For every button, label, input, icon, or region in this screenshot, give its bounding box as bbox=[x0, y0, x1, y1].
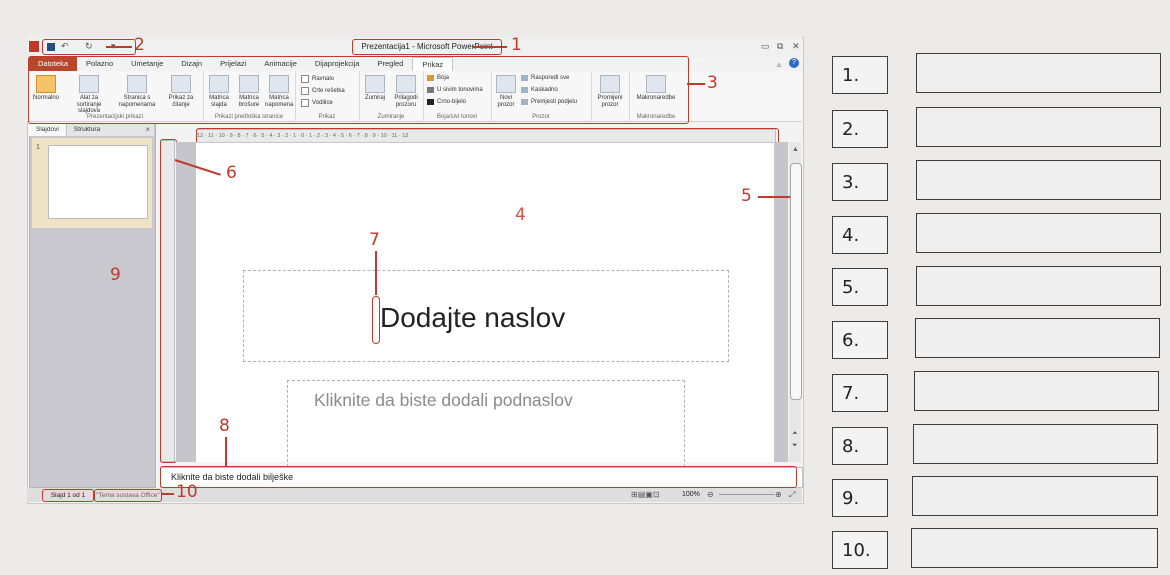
subtitle-placeholder-text[interactable]: Kliknite da biste dodali podnaslov bbox=[314, 390, 573, 411]
slide-counter: Slajd 1 od 1 bbox=[42, 489, 94, 502]
callout-8: 8 bbox=[219, 416, 230, 436]
callout-10-line bbox=[161, 493, 174, 495]
callout-3: 3 bbox=[707, 73, 718, 93]
notes-highlight bbox=[160, 466, 797, 488]
answer-number: 9. bbox=[832, 479, 888, 517]
answer-number: 8. bbox=[832, 427, 888, 465]
answer-field[interactable] bbox=[915, 318, 1160, 358]
scroll-up-icon[interactable]: ▲ bbox=[792, 146, 799, 153]
answer-field[interactable] bbox=[916, 53, 1161, 93]
callout-2: 2 bbox=[134, 35, 145, 55]
status-bar: Slajd 1 od 1 "Tema sustava Office" ⊞▤▣⊡ … bbox=[27, 488, 802, 502]
answer-number: 3. bbox=[832, 163, 888, 201]
callout-1-line bbox=[473, 46, 507, 48]
callout-5-line bbox=[758, 196, 790, 198]
fit-slide-icon[interactable]: ⤢ bbox=[789, 488, 795, 502]
app-logo-icon[interactable] bbox=[29, 41, 39, 52]
text-cursor bbox=[372, 296, 380, 344]
callout-2-line bbox=[106, 46, 132, 48]
save-icon[interactable] bbox=[47, 43, 55, 51]
pane-tabs: Slajdovi Struktura × bbox=[29, 124, 154, 136]
close-icon[interactable]: ✕ bbox=[792, 41, 800, 52]
callout-10: 10 bbox=[176, 482, 198, 502]
answer-field[interactable] bbox=[912, 476, 1158, 516]
minimize-icon[interactable]: ▭ bbox=[761, 41, 770, 52]
answer-field[interactable] bbox=[913, 424, 1158, 464]
ribbon-highlight bbox=[28, 56, 689, 124]
answer-number: 6. bbox=[832, 321, 888, 359]
callout-8-line bbox=[225, 437, 227, 466]
answer-number: 7. bbox=[832, 374, 888, 412]
close-pane-icon[interactable]: × bbox=[145, 124, 150, 136]
tab-outline[interactable]: Struktura bbox=[67, 124, 107, 136]
answer-number: 4. bbox=[832, 216, 888, 254]
zoom-in-icon[interactable]: ⊕ bbox=[775, 488, 782, 502]
view-buttons-icon[interactable]: ⊞▤▣⊡ bbox=[631, 488, 660, 502]
answer-number: 1. bbox=[832, 56, 888, 94]
zoom-out-icon[interactable]: ⊖ bbox=[707, 488, 714, 502]
undo-icon[interactable]: ↶ bbox=[61, 41, 69, 52]
answer-field[interactable] bbox=[916, 266, 1161, 306]
answer-field[interactable] bbox=[911, 528, 1158, 568]
callout-4: 4 bbox=[515, 205, 526, 225]
thumbnail-number: 1 bbox=[36, 144, 40, 151]
callout-5: 5 bbox=[741, 186, 752, 206]
zoom-level[interactable]: 100% bbox=[682, 488, 700, 502]
answer-field[interactable] bbox=[916, 107, 1161, 147]
prev-slide-icon[interactable]: ⏶ bbox=[792, 430, 798, 438]
help-icon[interactable]: ? bbox=[789, 58, 799, 68]
answer-number: 2. bbox=[832, 110, 888, 148]
callout-1: 1 bbox=[511, 35, 522, 55]
title-placeholder-text[interactable]: Dodajte naslov bbox=[380, 302, 565, 334]
zoom-slider[interactable] bbox=[719, 494, 774, 495]
callout-7: 7 bbox=[369, 230, 380, 250]
vruler-highlight bbox=[160, 139, 177, 463]
next-slide-icon[interactable]: ⏷ bbox=[792, 442, 798, 450]
callout-9: 9 bbox=[110, 265, 121, 285]
slide-thumbnail[interactable] bbox=[48, 145, 148, 219]
answer-field[interactable] bbox=[916, 160, 1161, 200]
restore-icon[interactable]: ⧉ bbox=[777, 41, 783, 52]
tab-slides[interactable]: Slajdovi bbox=[29, 124, 67, 136]
answer-number: 5. bbox=[832, 268, 888, 306]
callout-3-line bbox=[687, 83, 705, 85]
ribbon-collapse-icon[interactable]: ▵ bbox=[777, 60, 781, 69]
theme-name[interactable]: "Tema sustava Office" bbox=[94, 489, 162, 502]
callout-7-line bbox=[375, 251, 377, 295]
answer-field[interactable] bbox=[914, 371, 1159, 411]
redo-icon[interactable]: ↻ bbox=[85, 41, 93, 52]
answer-number: 10. bbox=[832, 531, 888, 569]
callout-6: 6 bbox=[226, 163, 237, 183]
scrollbar-thumb[interactable] bbox=[790, 163, 802, 400]
answer-field[interactable] bbox=[916, 213, 1161, 253]
